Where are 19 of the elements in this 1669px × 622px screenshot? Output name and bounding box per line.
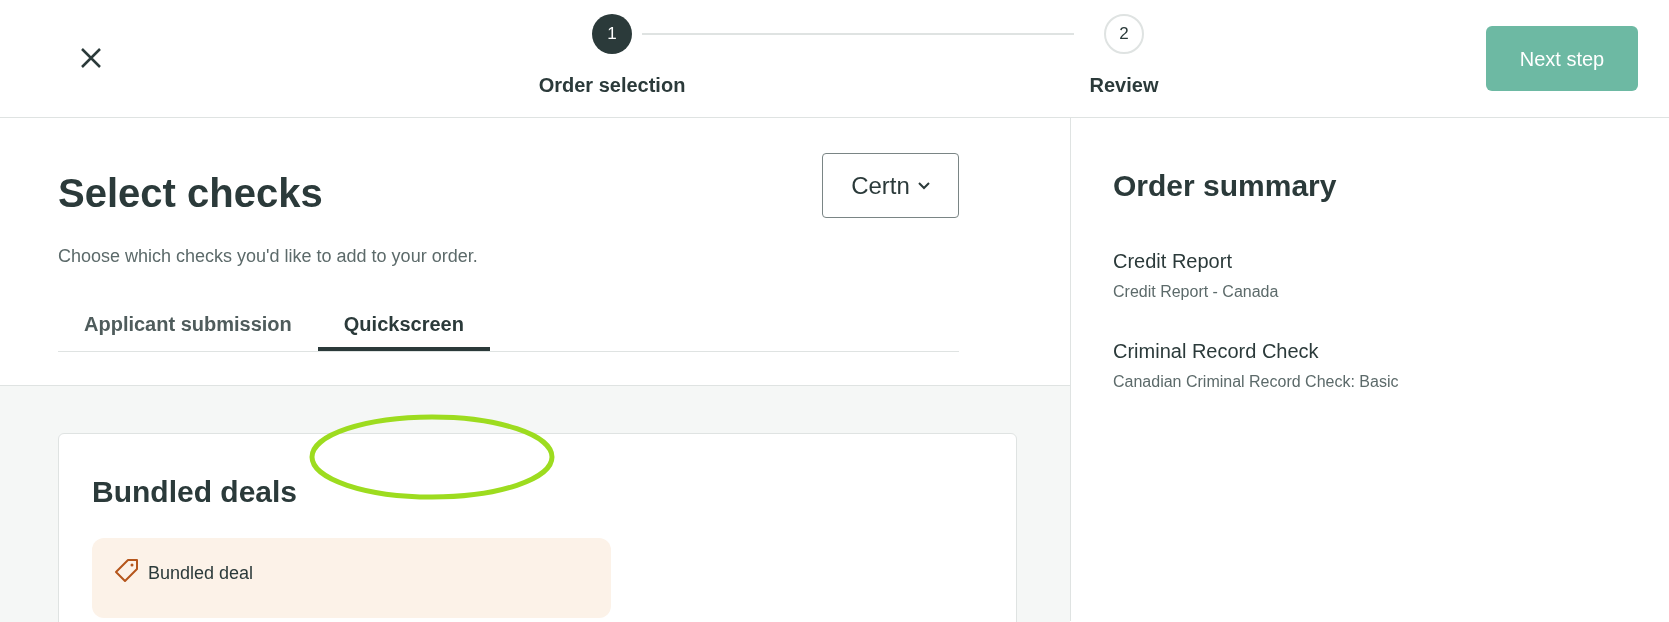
step-number: 1 — [592, 14, 632, 54]
card-title: Bundled deals — [92, 474, 299, 510]
item-detail: Canadian Criminal Record Check: Basic — [1113, 372, 1400, 392]
provider-dropdown[interactable]: Certn — [822, 153, 959, 218]
item-detail: Credit Report - Canada — [1113, 282, 1280, 302]
deal-label: Bundled deal — [148, 562, 254, 585]
close-icon[interactable] — [80, 47, 102, 69]
chevron-down-icon — [917, 181, 930, 190]
tab[interactable]: Applicant submission — [58, 300, 318, 351]
item-name: Credit Report — [1113, 249, 1233, 274]
summary-title: Order summary — [1113, 168, 1338, 204]
subtitle: Choose which checks you'd like to add to your order. — [58, 245, 479, 268]
step-number: 2 — [1104, 14, 1144, 54]
step-label: Order selection — [538, 73, 686, 98]
item-name: Criminal Record Check — [1113, 339, 1320, 364]
step-label: Review — [1089, 73, 1159, 98]
page-title: Select checks — [58, 170, 323, 217]
tag-icon — [114, 558, 140, 584]
tab[interactable]: Quickscreen — [317, 300, 490, 351]
